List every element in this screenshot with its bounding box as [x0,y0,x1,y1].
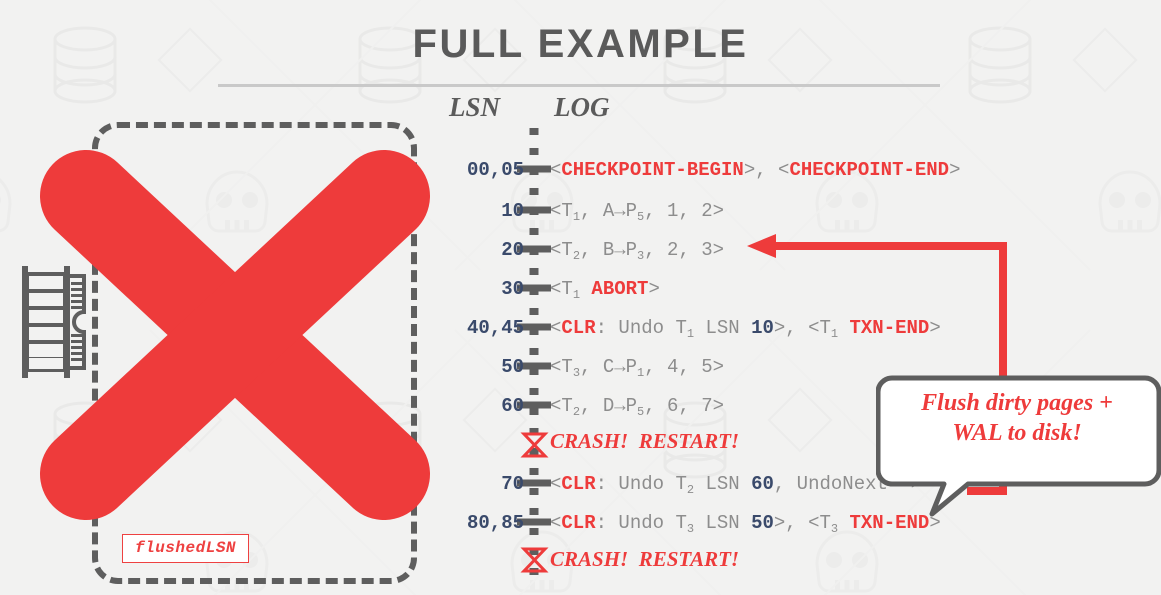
log-row: 40,45 <CLR: Undo T1 LSN 10>, <T1 TXN-END> [0,313,1161,343]
crash-restart-label: CRASH! RESTART! [550,547,740,571]
flush-callout-bubble [876,375,1161,517]
log-row-entry: <T2, D→P5, 6, 7> [550,395,725,419]
log-row-lsn: 80,85 [466,512,524,534]
log-row-lsn: 20 [501,239,524,261]
log-row-entry: <T3, C→P1, 4, 5> [550,356,725,380]
log-row-entry: <CLR: Undo T1 LSN 10>, <T1 TXN-END> [550,317,941,341]
log-row: 20 <T2, B→P3, 2, 3> [0,235,1161,265]
log-row-entry: <CLR: Undo T2 LSN 60, UndoNext > [550,473,922,497]
log-row: 00,05 <CHECKPOINT-BEGIN>, <CHECKPOINT-END… [0,155,1161,185]
log-row: 10 <T1, A→P5, 1, 2> [0,196,1161,226]
log-row-lsn: 50 [501,356,524,378]
log-row-entry: <T2, B→P3, 2, 3> [550,239,725,263]
log-row: CRASH! RESTART! [0,544,1161,574]
log-row-lsn: 40,45 [466,317,524,339]
log-row-entry: <CHECKPOINT-BEGIN>, <CHECKPOINT-END> [550,159,961,181]
log-row-lsn: 10 [501,200,524,222]
log-row-entry: <T1 ABORT> [550,278,660,302]
crash-restart-label: CRASH! RESTART! [550,429,740,453]
log-row-entry: <T1, A→P5, 1, 2> [550,200,725,224]
log-row-lsn: 60 [501,395,524,417]
log-row-lsn: 00,05 [466,159,524,181]
log-row: 30 <T1 ABORT> [0,274,1161,304]
log-row-lsn: 30 [501,278,524,300]
log-row-lsn: 70 [501,473,524,495]
